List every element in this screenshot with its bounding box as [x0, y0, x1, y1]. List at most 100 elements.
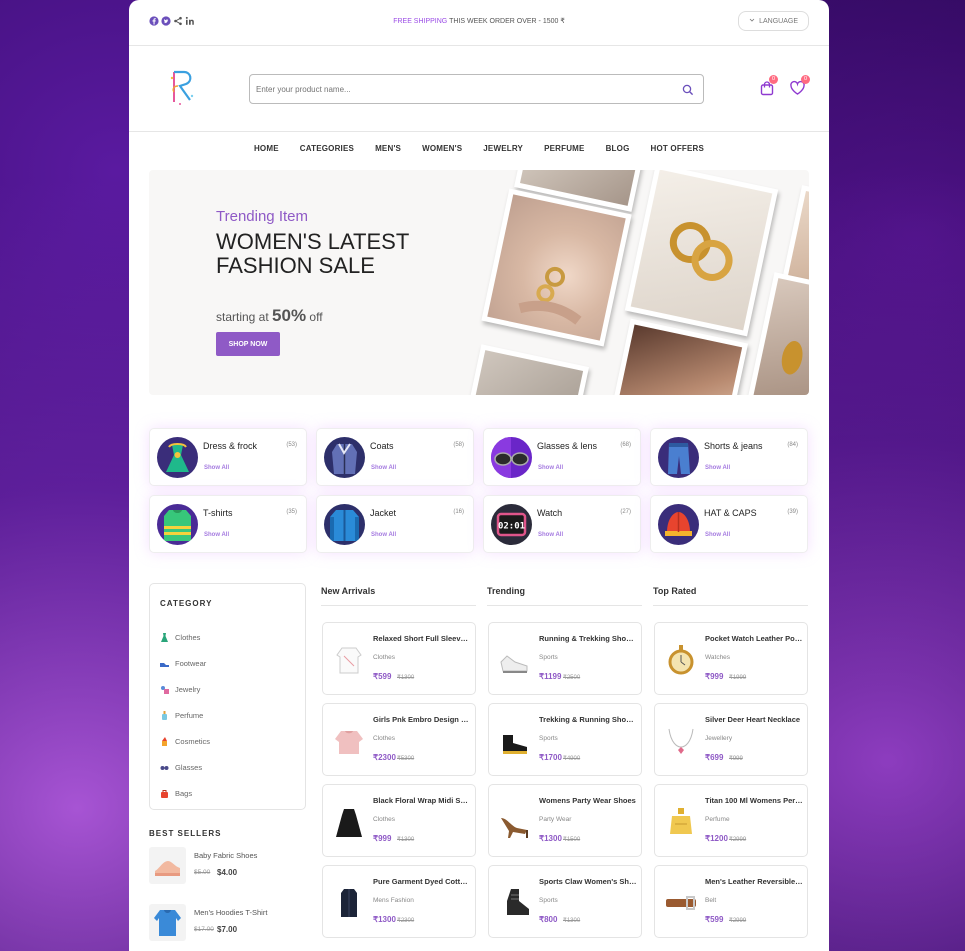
product-card[interactable]: Trekking & Running Shoes - Black Sports …	[488, 703, 642, 776]
jewelry-icon	[160, 685, 169, 694]
hero-offer: starting at 50% off	[216, 306, 323, 326]
old-price: ₹2300	[397, 918, 415, 924]
sidebar-item-clothes[interactable]: Clothes	[160, 624, 210, 650]
hero-title: WOMEN'S LATEST FASHION SALE	[216, 229, 409, 278]
show-all-link[interactable]: Show All	[204, 465, 229, 471]
product-name: Pure Garment Dyed Cotton Shirt	[373, 877, 471, 886]
main-nav: HOME CATEGORIES MEN'S WOMEN'S JEWELRY PE…	[129, 132, 829, 164]
product-category: Party Wear	[539, 816, 572, 823]
nav-jewelry[interactable]: JEWELRY	[483, 144, 523, 153]
show-all-link[interactable]: Show All	[705, 532, 730, 538]
product-card[interactable]: Pure Garment Dyed Cotton Shirt Mens Fash…	[322, 865, 476, 938]
category-name: Glasses & lens	[537, 441, 598, 451]
nav-womens[interactable]: WOMEN'S	[422, 144, 462, 153]
nav-hot-offers[interactable]: HOT OFFERS	[651, 144, 705, 153]
show-all-link[interactable]: Show All	[204, 532, 229, 538]
hero-photo-2	[481, 188, 632, 347]
product-image	[497, 642, 533, 678]
price: ₹800	[539, 915, 558, 924]
nav-blog[interactable]: BLOG	[606, 144, 630, 153]
category-card-hats[interactable]: HAT & CAPS (39) Show All	[650, 495, 808, 553]
sidebar-item-cosmetics[interactable]: Cosmetics	[160, 728, 210, 754]
product-card[interactable]: Womens Party Wear Shoes Party Wear ₹1300…	[488, 784, 642, 857]
nav-home[interactable]: HOME	[254, 144, 279, 153]
show-all-link[interactable]: Show All	[538, 465, 563, 471]
product-card[interactable]: Men's Leather Reversible Belt Belt ₹599 …	[654, 865, 808, 938]
old-price: ₹1500	[563, 837, 581, 843]
category-count: (39)	[787, 509, 798, 515]
product-name: Men's Hoodies T-Shirt	[194, 908, 268, 917]
category-card-shorts[interactable]: Shorts & jeans (84) Show All	[650, 428, 808, 486]
lipstick-icon	[160, 736, 169, 746]
price: ₹999	[705, 672, 724, 681]
nav-categories[interactable]: CATEGORIES	[300, 144, 354, 153]
language-select[interactable]: LANGUAGE	[738, 11, 809, 31]
category-card-tshirts[interactable]: T-shirts (35) Show All	[149, 495, 307, 553]
top-bar: FREE SHIPPING THIS WEEK ORDER OVER - 150…	[129, 0, 829, 46]
product-image	[149, 904, 186, 941]
show-all-link[interactable]: Show All	[538, 532, 563, 538]
column-title: Trending	[487, 583, 642, 606]
search-input[interactable]	[256, 76, 656, 102]
hero-photo-3	[624, 170, 779, 337]
bag-icon	[160, 789, 169, 798]
category-card-coats[interactable]: Coats (58) Show All	[316, 428, 474, 486]
sidebar-item-jewelry[interactable]: Jewelry	[160, 676, 210, 702]
search-icon[interactable]	[682, 83, 694, 96]
old-price: ₹2999	[729, 837, 747, 843]
cart-count-badge: 0	[769, 75, 778, 84]
sidebar-item-glasses[interactable]: Glasses	[160, 754, 210, 780]
category-name: Dress & frock	[203, 441, 258, 451]
product-card[interactable]: Pocket Watch Leather Pouch Watches ₹999 …	[654, 622, 808, 695]
hero-discount: 50%	[272, 306, 307, 325]
sidebar-item-footwear[interactable]: Footwear	[160, 650, 210, 676]
jeans-icon	[658, 437, 699, 478]
price: ₹1199	[539, 672, 562, 681]
product-card[interactable]: Silver Deer Heart Necklace Jewellery ₹69…	[654, 703, 808, 776]
product-card[interactable]: Black Floral Wrap Midi Skirt Clothes ₹99…	[322, 784, 476, 857]
best-sellers-title: BEST SELLERS	[149, 829, 222, 838]
product-image	[149, 847, 186, 884]
product-card[interactable]: Relaxed Short Full Sleeve T-Shirt Clothe…	[322, 622, 476, 695]
show-all-link[interactable]: Show All	[371, 532, 396, 538]
category-name: HAT & CAPS	[704, 508, 757, 518]
category-card-watch[interactable]: 02:01 Watch (27) Show All	[483, 495, 641, 553]
nav-perfume[interactable]: PERFUME	[544, 144, 585, 153]
shop-page: FREE SHIPPING THIS WEEK ORDER OVER - 150…	[129, 0, 829, 951]
product-name: Titan 100 Ml Womens Perfume	[705, 796, 803, 805]
shop-now-button[interactable]: SHOP NOW	[216, 332, 280, 356]
column-trending: Trending Running & Trekking Shoes - Whit…	[487, 583, 642, 938]
cart-button[interactable]: 0	[759, 75, 778, 96]
product-card[interactable]: Sports Claw Women's Shoes Sports ₹800 ₹1…	[488, 865, 642, 938]
price: ₹1300	[373, 915, 396, 924]
product-name: Trekking & Running Shoes - Black	[539, 715, 637, 724]
show-all-link[interactable]: Show All	[371, 465, 396, 471]
show-all-link[interactable]: Show All	[705, 465, 730, 471]
glasses-icon	[491, 437, 532, 478]
category-sidebar: CATEGORY Clothes Footwear Jewelry Perfum…	[149, 583, 306, 810]
wishlist-button[interactable]: 0	[789, 75, 810, 96]
sidebar-item-label: Perfume	[175, 710, 204, 720]
chevron-down-icon	[749, 17, 755, 25]
product-card[interactable]: Running & Trekking Shoes - White Sports …	[488, 622, 642, 695]
sidebar-item-bags[interactable]: Bags	[160, 780, 210, 806]
old-price: $5.00	[194, 869, 211, 876]
brand-logo[interactable]	[166, 66, 200, 108]
product-card[interactable]: Girls Pnk Embro Design Top Clothes ₹2300…	[322, 703, 476, 776]
category-card-jacket[interactable]: Jacket (16) Show All	[316, 495, 474, 553]
category-name: Jacket	[370, 508, 397, 518]
best-seller-item[interactable]: Baby Fabric Shoes $5.00 $4.00	[149, 847, 306, 895]
category-card-dress[interactable]: Dress & frock (53) Show All	[149, 428, 307, 486]
nav-mens[interactable]: MEN'S	[375, 144, 401, 153]
category-card-glasses[interactable]: Glasses & lens (68) Show All	[483, 428, 641, 486]
sidebar-item-perfume[interactable]: Perfume	[160, 702, 210, 728]
old-price: ₹5300	[397, 756, 415, 762]
best-seller-item[interactable]: Men's Hoodies T-Shirt $17.00 $7.00	[149, 904, 306, 951]
product-name: Baby Fabric Shoes	[194, 851, 258, 860]
product-card[interactable]: Titan 100 Ml Womens Perfume Perfume ₹120…	[654, 784, 808, 857]
product-image	[497, 885, 533, 921]
product-image	[331, 723, 367, 759]
shipping-banner: FREE SHIPPING THIS WEEK ORDER OVER - 150…	[129, 17, 829, 25]
product-image	[331, 642, 367, 678]
watch-icon: 02:01	[491, 504, 532, 545]
